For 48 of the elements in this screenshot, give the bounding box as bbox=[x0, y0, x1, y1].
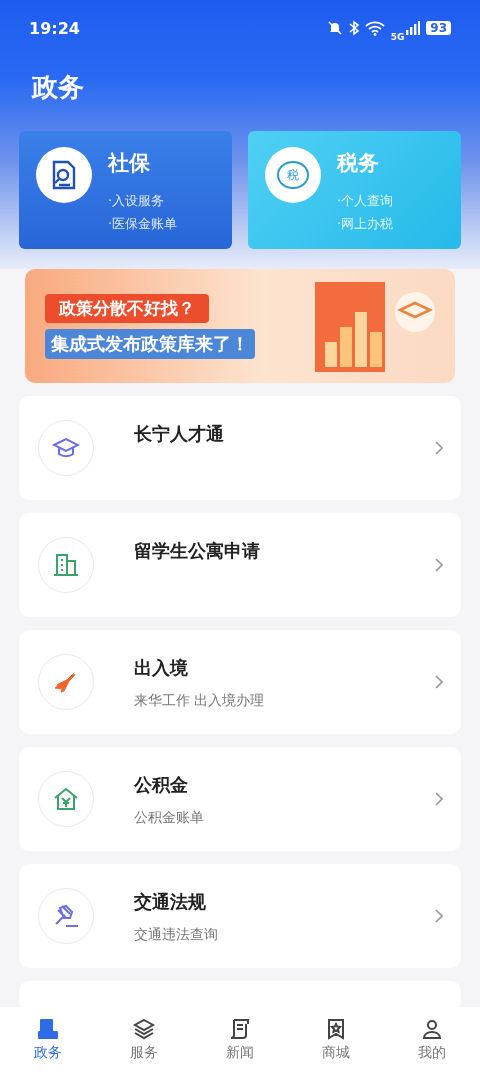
service-title: 公积金 bbox=[134, 773, 189, 797]
service-item[interactable]: 交通法规 交通违法查询 bbox=[19, 864, 461, 968]
service-item[interactable]: 长宁人才通 bbox=[19, 396, 461, 500]
service-card[interactable]: 社保 ·入设服务 ·医保金账单 bbox=[19, 131, 232, 249]
bluetooth-icon bbox=[348, 20, 359, 36]
service-title: 出入境 bbox=[134, 656, 189, 680]
chevron-right-icon bbox=[435, 792, 443, 806]
nav-tab[interactable]: 新闻 bbox=[210, 1017, 270, 1062]
battery-level: 93 bbox=[426, 21, 451, 35]
card-title: 税务 bbox=[337, 150, 380, 177]
chevron-right-icon bbox=[435, 558, 443, 572]
nav-tab[interactable]: 商城 bbox=[306, 1017, 366, 1062]
signal-icon bbox=[406, 21, 421, 35]
service-title: 交通法规 bbox=[134, 890, 207, 914]
document-search-icon bbox=[50, 160, 78, 190]
service-item[interactable]: 留学生公寓申请 bbox=[19, 513, 461, 617]
service-subtitle: 来华工作 出入境办理 bbox=[134, 692, 266, 710]
nav-tab[interactable]: 服务 bbox=[114, 1017, 174, 1062]
bar bbox=[355, 312, 367, 367]
banner-subheadline: 集成式发布政策库来了！ bbox=[45, 328, 255, 359]
chevron-right-icon bbox=[435, 675, 443, 689]
service-item[interactable]: 出入境 来华工作 出入境办理 bbox=[19, 630, 461, 734]
status-time: 19:24 bbox=[29, 18, 80, 38]
card-link[interactable]: ·入设服务 bbox=[108, 189, 178, 212]
service-item[interactable]: 公积金 公积金账单 bbox=[19, 747, 461, 851]
promo-banner[interactable]: 政策分散不好找？ 集成式发布政策库来了！ bbox=[25, 269, 455, 383]
bar bbox=[325, 342, 337, 367]
banner-headline: 政策分散不好找？ bbox=[45, 293, 209, 323]
wifi-icon bbox=[364, 20, 385, 36]
card-link[interactable]: ·医保金账单 bbox=[108, 212, 178, 235]
user-icon bbox=[420, 1017, 444, 1041]
network-label: 5G bbox=[390, 32, 405, 42]
service-title: 留学生公寓申请 bbox=[134, 539, 261, 563]
page-title: 政务 bbox=[32, 71, 85, 104]
scroll-icon bbox=[228, 1017, 252, 1041]
nav-tab[interactable]: 政务 bbox=[18, 1017, 78, 1062]
bar bbox=[370, 332, 382, 367]
bar bbox=[340, 327, 352, 367]
service-subtitle: 交通违法查询 bbox=[134, 926, 219, 944]
bell-off-icon bbox=[326, 20, 343, 36]
service-title: 长宁人才通 bbox=[134, 422, 225, 446]
layers-icon bbox=[132, 1017, 156, 1041]
chevron-right-icon bbox=[435, 909, 443, 923]
card-title: 社保 bbox=[108, 150, 151, 177]
chevron-right-icon bbox=[435, 441, 443, 455]
service-subtitle: 公积金账单 bbox=[134, 809, 205, 827]
tax-badge-icon: 税 bbox=[277, 161, 309, 189]
nav-tab[interactable]: 我的 bbox=[402, 1017, 462, 1062]
